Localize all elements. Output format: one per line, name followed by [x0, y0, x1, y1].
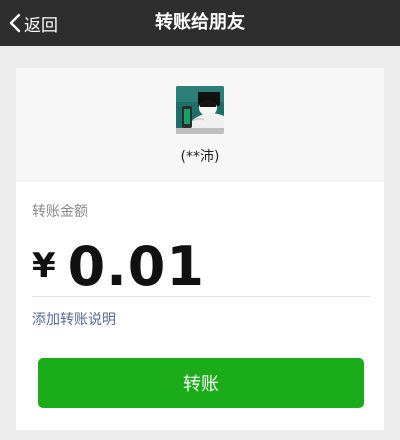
navigation-bar: 返回 转账给朋友 — [0, 0, 400, 46]
transfer-button[interactable]: 转账 — [38, 358, 364, 408]
back-label: 返回 — [24, 15, 58, 36]
add-note-link[interactable]: 添加转账说明 — [32, 309, 116, 329]
amount-value: 0.01 — [67, 234, 205, 298]
currency-symbol: ¥ — [32, 246, 56, 286]
divider — [32, 296, 370, 297]
payee-section: (**沛) — [16, 68, 384, 182]
avatar-image — [176, 86, 224, 134]
payee-name: (**沛) — [180, 149, 220, 165]
transfer-card: (**沛) 转账金额 ¥ 0.01 添加转账说明 转账 — [16, 68, 384, 430]
amount-input[interactable]: ¥ 0.01 — [32, 234, 205, 298]
amount-label: 转账金额 — [32, 204, 88, 220]
chevron-left-icon — [9, 13, 21, 33]
back-button[interactable]: 返回 — [8, 0, 58, 46]
page-title: 转账给朋友 — [155, 12, 245, 33]
avatar[interactable] — [176, 86, 224, 134]
